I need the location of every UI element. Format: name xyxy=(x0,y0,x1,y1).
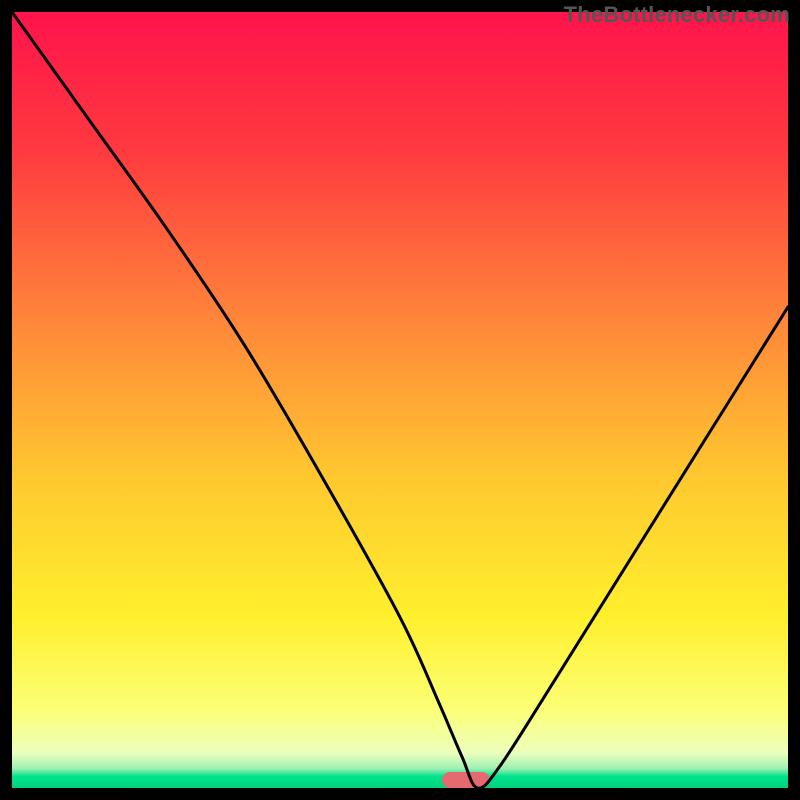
chart-frame: TheBottlenecker.com xyxy=(0,0,800,800)
bottleneck-curve xyxy=(12,12,788,788)
watermark-text: TheBottlenecker.com xyxy=(564,2,790,28)
plot-area xyxy=(12,12,788,788)
